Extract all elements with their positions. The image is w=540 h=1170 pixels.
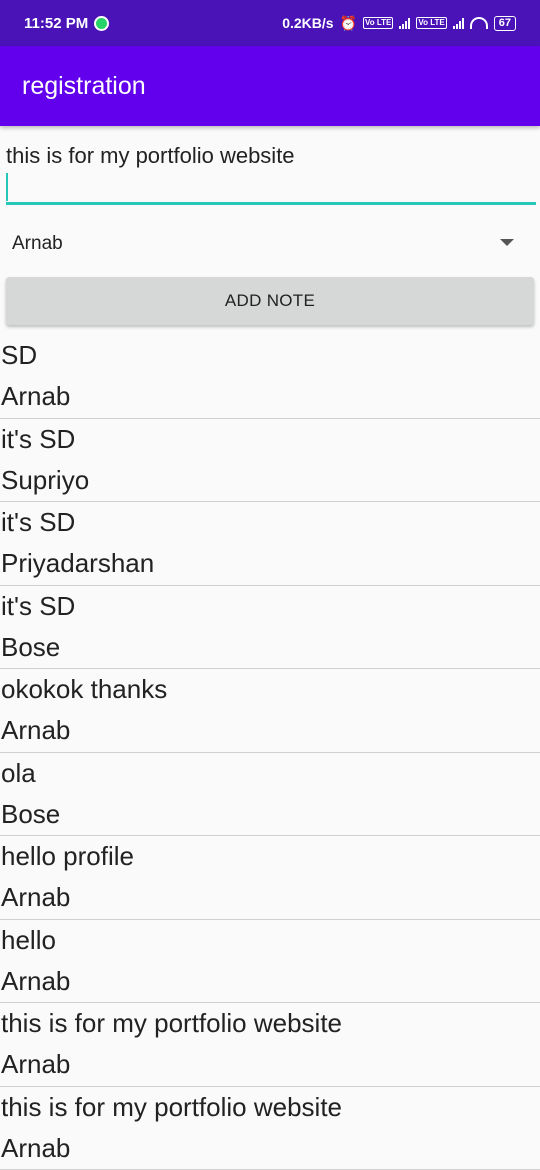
alarm-icon: ⏰ [339, 14, 357, 31]
list-item[interactable]: okokok thanks Arnab [0, 669, 540, 753]
app-bar: registration [0, 46, 540, 126]
note-text: SD [1, 340, 38, 370]
note-text: it's SD [1, 590, 76, 621]
list-item[interactable]: this is for my portfolio website Arnab [0, 1003, 540, 1087]
author-spinner[interactable]: Arnab [0, 222, 540, 266]
dropdown-arrow-icon [500, 239, 514, 246]
status-indicators: 0.2KB/s ⏰ Vo LTE Vo LTE 67 [282, 15, 516, 32]
note-author: Bose [1, 798, 61, 829]
note-author: Arnab [1, 1132, 71, 1163]
wifi-icon [469, 17, 488, 29]
note-author: Bose [1, 631, 61, 662]
note-author: Arnab [1, 965, 71, 996]
text-cursor [6, 173, 8, 201]
note-text: hello [1, 924, 56, 955]
input-underline [6, 202, 536, 205]
note-text: this is for my portfolio website [1, 1008, 343, 1038]
note-author: Arnab [1, 882, 71, 912]
list-item[interactable]: it's SD Priyadarshan [0, 502, 540, 586]
note-text: it's SD [1, 507, 76, 537]
notes-list: SD Arnab it's SD Supriyo it's SD Priyadarshan… [0, 335, 540, 1170]
list-item[interactable]: it's SD Bose [0, 586, 540, 669]
battery-icon: 67 [493, 15, 516, 31]
list-item[interactable]: hello Arnab [0, 920, 540, 1003]
list-item[interactable]: SD Arnab [0, 335, 540, 419]
note-author: Arnab [1, 381, 71, 411]
add-note-button[interactable]: ADD NOTE [6, 277, 534, 325]
signal-icon-2 [452, 17, 464, 29]
status-time: 11:52 PM [24, 14, 89, 32]
note-author: Supriyo [1, 464, 90, 495]
note-text: ola [1, 757, 36, 788]
note-author: Priyadarshan [1, 548, 155, 578]
spinner-selected-value: Arnab [12, 233, 63, 254]
volte-icon: Vo LTE [363, 17, 394, 29]
list-item[interactable]: hello profile Arnab [0, 836, 540, 920]
list-item[interactable]: ola Bose [0, 753, 540, 836]
note-text: okokok thanks [1, 674, 168, 704]
signal-icon [399, 17, 411, 29]
list-item[interactable]: this is for my portfolio website Arnab [0, 1087, 540, 1170]
note-text: this is for my portfolio website [1, 1091, 343, 1122]
network-speed: 0.2KB/s [282, 15, 334, 31]
volte-icon-2: Vo LTE [416, 17, 447, 29]
app-title: registration [22, 71, 146, 100]
note-author: Arnab [1, 1049, 71, 1079]
list-item[interactable]: it's SD Supriyo [0, 419, 540, 502]
note-input[interactable]: this is for my portfolio website [6, 143, 295, 169]
note-text: it's SD [1, 423, 76, 454]
status-bar: 11:52 PM 0.2KB/s ⏰ Vo LTE Vo LTE 67 [0, 0, 540, 46]
note-text: hello profile [1, 841, 134, 871]
note-author: Arnab [1, 715, 71, 745]
whatsapp-icon [94, 15, 110, 31]
